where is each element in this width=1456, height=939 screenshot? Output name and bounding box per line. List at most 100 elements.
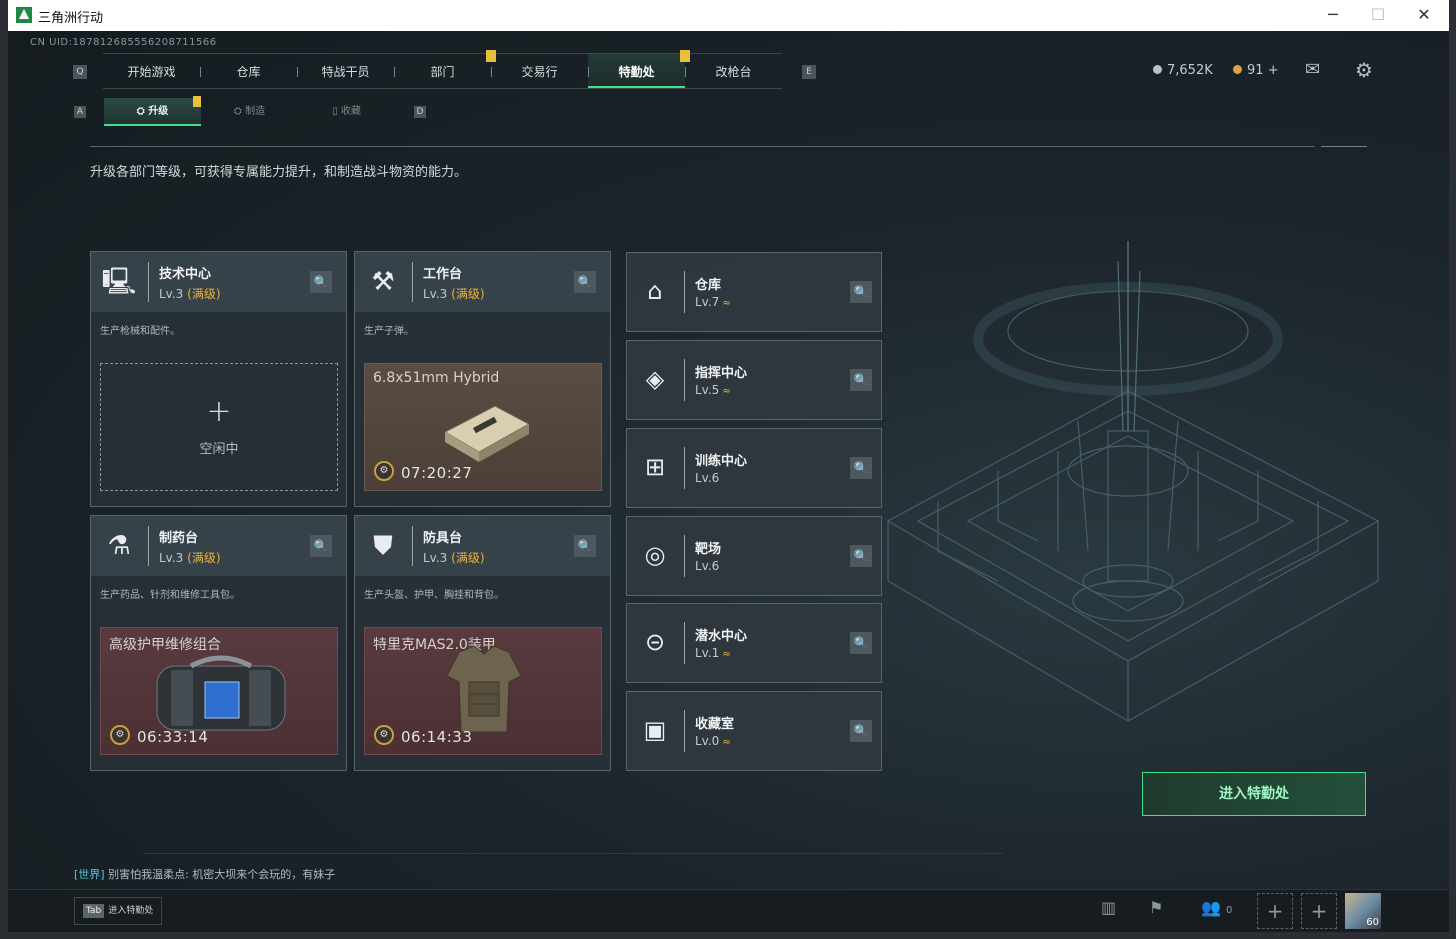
title-bar: 三角洲行动 ─ ☐ ✕ <box>8 0 1449 31</box>
search-icon[interactable]: 🔍 <box>574 535 596 557</box>
player-avatar[interactable]: 60 <box>1345 893 1381 929</box>
computer-icon: 🖳 <box>101 267 137 297</box>
max-level-tag: (满级) <box>451 287 485 301</box>
maximize-button[interactable]: ☐ <box>1356 4 1400 26</box>
workshop-name: 防具台 <box>423 531 463 546</box>
card-header: ⛊ 防具台 Lv.3 (满级) 🔍 <box>355 516 610 576</box>
tab-label: 特战干员 <box>321 65 370 79</box>
tab-trading[interactable]: 交易行 <box>491 54 588 88</box>
divider <box>412 262 413 302</box>
tab-department[interactable]: 部门 <box>394 50 496 88</box>
divider <box>684 710 685 752</box>
silver-amount: 7,652K <box>1167 63 1213 78</box>
level-value: Lv.3 <box>159 287 184 301</box>
nav-prev-key[interactable]: Q <box>73 65 87 79</box>
stats-chart-icon[interactable]: ▥ <box>1101 898 1116 917</box>
item-name: 6.8x51mm Hybrid <box>373 370 500 386</box>
production-slot[interactable]: 高级护甲维修组合 ⚙ 06:33:14 <box>100 627 338 755</box>
divider <box>143 853 1003 854</box>
facility-training-center[interactable]: ⊞ 训练中心 Lv.6 🔍 <box>626 428 882 508</box>
sub-nav: ⛭ 升级 ⛭ 制造 ▯ 收藏 <box>104 96 395 126</box>
facility-shooting-range[interactable]: ◎ 靶场 Lv.6 🔍 <box>626 516 882 596</box>
tab-label: 仓库 <box>236 65 261 79</box>
search-icon[interactable]: 🔍 <box>850 281 872 303</box>
minimize-button[interactable]: ─ <box>1311 4 1355 26</box>
subnav-next-key[interactable]: D <box>414 106 426 118</box>
subtab-label: 制造 <box>245 106 266 117</box>
gold-coin-icon <box>1233 65 1242 74</box>
divider <box>148 526 149 566</box>
production-timer: 07:20:27 <box>401 464 473 482</box>
enter-special-ops-button[interactable]: 进入特勤处 <box>1142 772 1366 816</box>
facility-warehouse[interactable]: ⌂ 仓库 Lv.7 ≈ 🔍 <box>626 252 882 332</box>
subtab-collection[interactable]: ▯ 收藏 <box>298 98 395 126</box>
workshop-card-armor-bench[interactable]: ⛊ 防具台 Lv.3 (满级) 🔍 生产头盔、护甲、胸挂和背包。 特里克MAS2… <box>354 515 611 771</box>
search-icon[interactable]: 🔍 <box>310 535 332 557</box>
search-icon[interactable]: 🔍 <box>850 632 872 654</box>
tab-key: Tab <box>83 904 105 918</box>
settings-gear-icon[interactable]: ⚙ <box>1355 58 1373 82</box>
tab-label: 改枪台 <box>715 65 752 79</box>
close-button[interactable]: ✕ <box>1402 4 1446 26</box>
workshop-level: Lv.3 (满级) <box>423 549 485 566</box>
facility-level: Lv.6 <box>695 559 719 573</box>
add-gold-button[interactable]: + <box>1268 63 1279 78</box>
tab-label: 交易行 <box>521 65 558 79</box>
facility-level: Lv.5 ≈ <box>695 383 731 397</box>
workshop-card-tech-center[interactable]: 🖳 技术中心 Lv.3 (满级) 🔍 生产枪械和配件。 + 空闲中 <box>90 251 347 507</box>
production-slot[interactable]: 特里克MAS2.0装甲 ⚙ 06:14:33 <box>364 627 602 755</box>
tools-icon: ⚒ <box>371 267 395 297</box>
facility-level: Lv.7 ≈ <box>695 295 731 309</box>
card-header: ⚗ 制药台 Lv.3 (满级) 🔍 <box>91 516 346 576</box>
upgrade-arrow-icon: ≈ <box>722 386 731 397</box>
production-slot[interactable]: 6.8x51mm Hybrid ⚙ 07:20:27 <box>364 363 602 491</box>
production-slot-empty[interactable]: + 空闲中 <box>100 363 338 491</box>
tab-operators[interactable]: 特战干员 <box>297 54 394 88</box>
game-window: 三角洲行动 ─ ☐ ✕ <box>8 0 1449 932</box>
facility-name: 训练中心 <box>695 454 748 469</box>
search-icon[interactable]: 🔍 <box>850 457 872 479</box>
search-icon[interactable]: 🔍 <box>850 545 872 567</box>
facility-command-center[interactable]: ◈ 指挥中心 Lv.5 ≈ 🔍 <box>626 340 882 420</box>
tab-special-ops[interactable]: 特勤处 <box>588 50 690 88</box>
friends-icon[interactable]: 👥 0 <box>1201 898 1232 917</box>
warehouse-icon: ⌂ <box>647 277 663 305</box>
tab-label: 部门 <box>430 65 455 79</box>
search-icon[interactable]: 🔍 <box>850 720 872 742</box>
upgrade-arrow-icon: ≈ <box>722 298 731 309</box>
max-level-tag: (满级) <box>187 551 221 565</box>
tab-start-game[interactable]: 开始游戏 <box>103 54 200 88</box>
upgrade-arrow-icon: ≈ <box>722 649 731 660</box>
tab-gunsmith[interactable]: 改枪台 <box>685 54 782 88</box>
chat-channel: [世界] <box>74 868 105 881</box>
production-timer: 06:33:14 <box>137 728 209 746</box>
level-value: Lv.0 <box>695 734 720 748</box>
workshop-name: 技术中心 <box>159 267 212 282</box>
microscope-icon: ⚗ <box>107 531 131 561</box>
mail-icon[interactable]: ✉ <box>1305 59 1320 80</box>
add-slot-button[interactable]: + <box>1301 893 1337 929</box>
facility-collection-room[interactable]: ▣ 收藏室 Lv.0 ≈ 🔍 <box>626 691 882 771</box>
tab-warehouse[interactable]: 仓库 <box>200 54 297 88</box>
nav-next-key[interactable]: E <box>802 65 816 79</box>
add-slot-button[interactable]: + <box>1257 893 1293 929</box>
workshop-name: 制药台 <box>159 531 199 546</box>
workshop-card-pharmacy[interactable]: ⚗ 制药台 Lv.3 (满级) 🔍 生产药品、针剂和维修工具包。 高级护甲维修组… <box>90 515 347 771</box>
subnav-prev-key[interactable]: A <box>74 106 86 118</box>
tab-key-hint[interactable]: Tab 进入特勤处 <box>74 897 162 925</box>
chat-line[interactable]: [世界] 别害怕我温柔点: 机密大坝来个会玩的，有妹子 <box>74 866 335 882</box>
search-icon[interactable]: 🔍 <box>310 271 332 293</box>
subtab-craft[interactable]: ⛭ 制造 <box>201 98 298 126</box>
timer-icon: ⚙ <box>374 461 394 481</box>
facility-diving-center[interactable]: ⊝ 潜水中心 Lv.1 ≈ 🔍 <box>626 603 882 683</box>
facility-level: Lv.6 <box>695 471 719 485</box>
workshop-card-workbench[interactable]: ⚒ 工作台 Lv.3 (满级) 🔍 生产子弹。 6.8x51mm Hybrid … <box>354 251 611 507</box>
search-icon[interactable]: 🔍 <box>850 369 872 391</box>
flag-icon[interactable]: ⚑ <box>1149 898 1163 917</box>
page-description: 升级各部门等级，可获得专属能力提升，和制造战斗物资的能力。 <box>90 165 468 180</box>
plus-icon: + <box>206 394 232 429</box>
silver-coin-icon <box>1153 65 1162 74</box>
subtab-upgrade[interactable]: ⛭ 升级 <box>104 96 201 126</box>
search-icon[interactable]: 🔍 <box>574 271 596 293</box>
tab-label: 开始游戏 <box>127 65 176 79</box>
